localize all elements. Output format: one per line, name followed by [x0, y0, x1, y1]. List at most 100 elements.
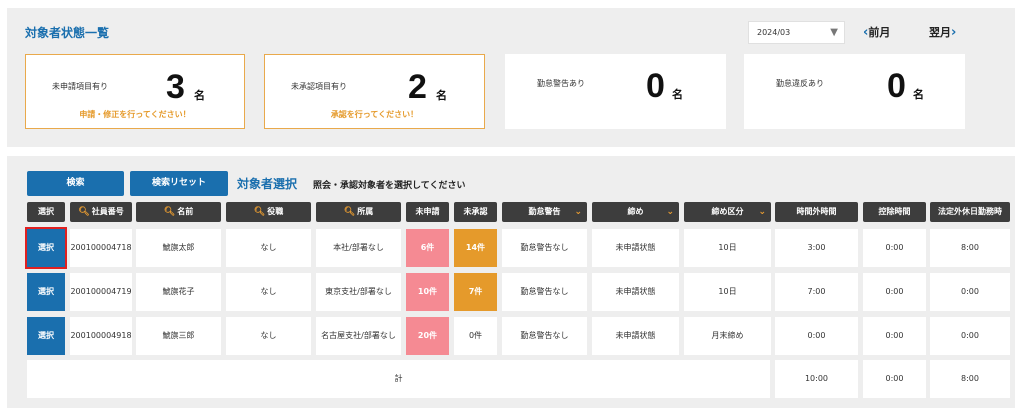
summary-panel: 対象者状態一覧 2024/03 ▼ ‹前月 翌月› 未申請項目有り 3 名 申請…	[7, 8, 1015, 147]
next-month-button[interactable]: 翌月›	[929, 24, 956, 40]
deduction-hours: 0:00	[863, 317, 926, 355]
search-icon: 🔍︎	[78, 207, 90, 217]
employee-role: なし	[226, 273, 311, 311]
card-label: 勤怠違反あり	[776, 79, 824, 88]
card-unit: 名	[436, 89, 447, 102]
employee-name: 鯱旗花子	[136, 273, 221, 311]
card-warning[interactable]: 勤怠警告あり 0 名	[505, 54, 726, 129]
employee-dept: 名古屋支社/部署なし	[316, 317, 401, 355]
card-label: 未申請項目有り	[52, 82, 108, 91]
header-employee-id[interactable]: 🔍︎ 社員番号	[70, 202, 132, 222]
employee-id: 200100004719	[70, 273, 132, 311]
deduction-hours: 0:00	[863, 229, 926, 267]
card-count: 0	[646, 67, 665, 105]
employee-id: 200100004918	[70, 317, 132, 355]
header-label: 勤怠警告	[528, 207, 561, 216]
total-overtime: 10:00	[775, 360, 858, 398]
header-select: 選択	[27, 202, 65, 222]
overtime-hours: 7:00	[775, 273, 858, 311]
card-unapplied[interactable]: 未申請項目有り 3 名 申請・修正を行ってください！	[25, 54, 245, 129]
employee-role: なし	[226, 229, 311, 267]
card-note: 承認を行ってください！	[330, 110, 419, 119]
summary-title: 対象者状態一覧	[25, 26, 110, 40]
header-unapproved: 未承認	[454, 202, 497, 222]
attendance-warning: 勤怠警告なし	[502, 317, 587, 355]
unapproved-count[interactable]: 14件	[454, 229, 497, 267]
holiday-work-hours: 0:00	[930, 273, 1010, 311]
card-note: 申請・修正を行ってください！	[79, 110, 191, 119]
card-violation[interactable]: 勤怠違反あり 0 名	[744, 54, 965, 129]
card-label: 勤怠警告あり	[537, 79, 585, 88]
chevron-down-icon: ⌄	[666, 207, 674, 217]
select-button[interactable]: 選択	[27, 317, 65, 355]
unapplied-count[interactable]: 20件	[406, 317, 449, 355]
select-button[interactable]: 選択	[27, 273, 65, 311]
unapplied-count[interactable]: 10件	[406, 273, 449, 311]
unapproved-count[interactable]: 7件	[454, 273, 497, 311]
search-icon: 🔍︎	[163, 207, 176, 217]
unapplied-count[interactable]: 6件	[406, 229, 449, 267]
chevron-down-icon: ⌄	[574, 207, 582, 217]
select-button[interactable]: 選択	[25, 227, 67, 269]
employee-name: 鯱旗三郎	[136, 317, 221, 355]
attendance-warning: 勤怠警告なし	[502, 229, 587, 267]
unapproved-count: 0件	[454, 317, 497, 355]
header-overtime: 時間外時間	[775, 202, 858, 222]
list-instruction: 照会・承認対象者を選択してください	[313, 181, 466, 191]
next-month-label: 翌月	[929, 26, 951, 39]
header-deduction: 控除時間	[863, 202, 926, 222]
card-count: 0	[887, 67, 906, 105]
header-unapplied: 未申請	[406, 202, 449, 222]
card-unapproved[interactable]: 未承認項目有り 2 名 承認を行ってください！	[264, 54, 485, 129]
dropdown-arrow-icon: ▼	[830, 27, 838, 38]
employee-list-panel: 検索 検索リセット 対象者選択 照会・承認対象者を選択してください 選択 🔍︎ 社…	[7, 156, 1015, 408]
header-label: 所属	[357, 207, 374, 216]
header-label: 締め区分	[711, 207, 744, 216]
attendance-warning: 勤怠警告なし	[502, 273, 587, 311]
holiday-work-hours: 8:00	[930, 229, 1010, 267]
header-label: 締め	[627, 207, 644, 216]
card-count: 2	[408, 68, 427, 106]
header-label: 名前	[177, 207, 194, 216]
header-label: 役職	[267, 207, 284, 216]
search-reset-button[interactable]: 検索リセット	[130, 171, 228, 196]
total-label: 計	[27, 360, 770, 398]
chevron-down-icon: ⌄	[758, 207, 766, 217]
header-label: 社員番号	[91, 207, 124, 216]
header-role[interactable]: 🔍︎ 役職	[226, 202, 311, 222]
deduction-hours: 0:00	[863, 273, 926, 311]
overtime-hours: 0:00	[775, 317, 858, 355]
header-name[interactable]: 🔍︎ 名前	[136, 202, 221, 222]
header-holiday-work: 法定外休日勤務時	[930, 202, 1010, 222]
closing-status: 未申請状態	[592, 229, 679, 267]
holiday-work-hours: 0:00	[930, 317, 1010, 355]
card-unit: 名	[194, 89, 205, 102]
total-holiday-work: 8:00	[930, 360, 1010, 398]
overtime-hours: 3:00	[775, 229, 858, 267]
list-title: 対象者選択	[237, 177, 298, 191]
header-warning[interactable]: 勤怠警告 ⌄	[502, 202, 587, 222]
search-button[interactable]: 検索	[27, 171, 124, 196]
month-value: 2024/03	[757, 28, 791, 37]
closing-type: 10日	[684, 273, 771, 311]
header-closing[interactable]: 締め ⌄	[592, 202, 679, 222]
card-unit: 名	[913, 88, 924, 101]
search-icon: 🔍︎	[253, 207, 266, 217]
chevron-right-icon: ›	[951, 25, 957, 40]
card-label: 未承認項目有り	[291, 82, 347, 91]
closing-status: 未申請状態	[592, 317, 679, 355]
employee-dept: 東京支社/部署なし	[316, 273, 401, 311]
prev-month-button[interactable]: ‹前月	[863, 24, 890, 40]
month-select[interactable]: 2024/03 ▼	[748, 21, 845, 44]
closing-type: 月末締め	[684, 317, 771, 355]
card-unit: 名	[672, 88, 683, 101]
employee-dept: 本社/部署なし	[316, 229, 401, 267]
closing-type: 10日	[684, 229, 771, 267]
search-icon: 🔍︎	[343, 207, 356, 217]
employee-name: 鯱旗太郎	[136, 229, 221, 267]
header-closing-type[interactable]: 締め区分 ⌄	[684, 202, 771, 222]
card-count: 3	[166, 68, 185, 106]
closing-status: 未申請状態	[592, 273, 679, 311]
header-dept[interactable]: 🔍︎ 所属	[316, 202, 401, 222]
employee-id: 200100004718	[70, 229, 132, 267]
